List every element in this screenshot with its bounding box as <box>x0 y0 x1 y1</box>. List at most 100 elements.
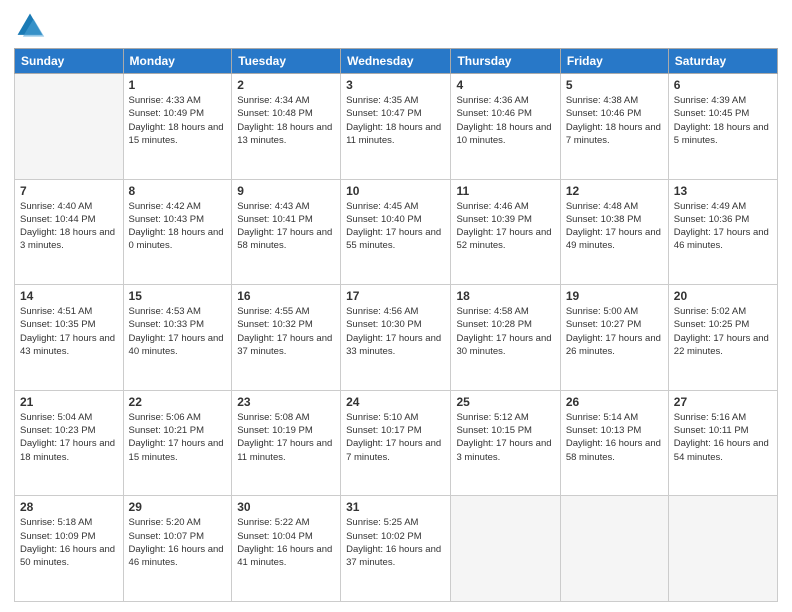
logo-icon <box>14 10 46 42</box>
day-detail: Sunrise: 4:40 AMSunset: 10:44 PMDaylight… <box>20 200 118 253</box>
day-number: 29 <box>129 500 227 514</box>
day-cell: 19 Sunrise: 5:00 AMSunset: 10:27 PMDaylig… <box>560 285 668 391</box>
day-cell: 18 Sunrise: 4:58 AMSunset: 10:28 PMDaylig… <box>451 285 560 391</box>
day-number: 9 <box>237 184 335 198</box>
day-cell: 10Sunrise: 4:45 AMSunset: 10:40 PMDaylig… <box>341 179 451 285</box>
day-cell: 30 Sunrise: 5:22 AMSunset: 10:04 PMDaylig… <box>232 496 341 602</box>
day-number: 18 <box>456 289 554 303</box>
day-cell: 11 Sunrise: 4:46 AMSunset: 10:39 PMDaylig… <box>451 179 560 285</box>
day-cell: 13 Sunrise: 4:49 AMSunset: 10:36 PMDaylig… <box>668 179 777 285</box>
day-cell: 31Sunrise: 5:25 AMSunset: 10:02 PMDaylig… <box>341 496 451 602</box>
day-number: 1 <box>129 78 227 92</box>
day-number: 21 <box>20 395 118 409</box>
day-cell: 25 Sunrise: 5:12 AMSunset: 10:15 PMDaylig… <box>451 390 560 496</box>
day-detail: Sunrise: 5:00 AMSunset: 10:27 PMDaylight… <box>566 305 663 358</box>
day-number: 27 <box>674 395 772 409</box>
day-cell: 9 Sunrise: 4:43 AMSunset: 10:41 PMDayligh… <box>232 179 341 285</box>
day-cell <box>451 496 560 602</box>
day-detail: Sunrise: 4:34 AMSunset: 10:48 PMDaylight… <box>237 94 335 147</box>
day-number: 17 <box>346 289 445 303</box>
day-cell: 17 Sunrise: 4:56 AMSunset: 10:30 PMDaylig… <box>341 285 451 391</box>
day-number: 4 <box>456 78 554 92</box>
day-cell: 7 Sunrise: 4:40 AMSunset: 10:44 PMDayligh… <box>15 179 124 285</box>
day-number: 5 <box>566 78 663 92</box>
day-number: 8 <box>129 184 227 198</box>
day-number: 11 <box>456 184 554 198</box>
day-cell: 24Sunrise: 5:10 AMSunset: 10:17 PMDaylig… <box>341 390 451 496</box>
day-cell: 20Sunrise: 5:02 AMSunset: 10:25 PMDaylig… <box>668 285 777 391</box>
weekday-header-row: SundayMondayTuesdayWednesdayThursdayFrid… <box>15 49 778 74</box>
week-row-1: 1 Sunrise: 4:33 AMSunset: 10:49 PMDayligh… <box>15 74 778 180</box>
day-cell: 21 Sunrise: 5:04 AMSunset: 10:23 PMDaylig… <box>15 390 124 496</box>
day-detail: Sunrise: 5:06 AMSunset: 10:21 PMDaylight… <box>129 411 227 464</box>
day-cell: 29 Sunrise: 5:20 AMSunset: 10:07 PMDaylig… <box>123 496 232 602</box>
day-cell: 23 Sunrise: 5:08 AMSunset: 10:19 PMDaylig… <box>232 390 341 496</box>
day-detail: Sunrise: 4:42 AMSunset: 10:43 PMDaylight… <box>129 200 227 253</box>
day-cell <box>560 496 668 602</box>
day-detail: Sunrise: 5:04 AMSunset: 10:23 PMDaylight… <box>20 411 118 464</box>
day-cell: 27 Sunrise: 5:16 AMSunset: 10:11 PMDaylig… <box>668 390 777 496</box>
day-number: 22 <box>129 395 227 409</box>
calendar-page: SundayMondayTuesdayWednesdayThursdayFrid… <box>0 0 792 612</box>
day-detail: Sunrise: 4:45 AMSunset: 10:40 PMDaylight… <box>346 200 445 253</box>
weekday-friday: Friday <box>560 49 668 74</box>
day-number: 15 <box>129 289 227 303</box>
day-detail: Sunrise: 4:56 AMSunset: 10:30 PMDaylight… <box>346 305 445 358</box>
day-number: 2 <box>237 78 335 92</box>
day-number: 28 <box>20 500 118 514</box>
week-row-2: 7 Sunrise: 4:40 AMSunset: 10:44 PMDayligh… <box>15 179 778 285</box>
day-detail: Sunrise: 5:18 AMSunset: 10:09 PMDaylight… <box>20 516 118 569</box>
calendar-body: 1 Sunrise: 4:33 AMSunset: 10:49 PMDayligh… <box>15 74 778 602</box>
day-cell: 1 Sunrise: 4:33 AMSunset: 10:49 PMDayligh… <box>123 74 232 180</box>
day-detail: Sunrise: 4:33 AMSunset: 10:49 PMDaylight… <box>129 94 227 147</box>
weekday-thursday: Thursday <box>451 49 560 74</box>
day-cell: 22 Sunrise: 5:06 AMSunset: 10:21 PMDaylig… <box>123 390 232 496</box>
day-cell <box>15 74 124 180</box>
day-detail: Sunrise: 5:02 AMSunset: 10:25 PMDaylight… <box>674 305 772 358</box>
header <box>14 10 778 42</box>
week-row-4: 21 Sunrise: 5:04 AMSunset: 10:23 PMDaylig… <box>15 390 778 496</box>
day-number: 7 <box>20 184 118 198</box>
day-number: 3 <box>346 78 445 92</box>
calendar-table: SundayMondayTuesdayWednesdayThursdayFrid… <box>14 48 778 602</box>
day-cell: 8 Sunrise: 4:42 AMSunset: 10:43 PMDayligh… <box>123 179 232 285</box>
day-detail: Sunrise: 5:20 AMSunset: 10:07 PMDaylight… <box>129 516 227 569</box>
day-detail: Sunrise: 4:49 AMSunset: 10:36 PMDaylight… <box>674 200 772 253</box>
day-cell: 16Sunrise: 4:55 AMSunset: 10:32 PMDaylig… <box>232 285 341 391</box>
day-cell: 28 Sunrise: 5:18 AMSunset: 10:09 PMDaylig… <box>15 496 124 602</box>
day-cell: 14Sunrise: 4:51 AMSunset: 10:35 PMDaylig… <box>15 285 124 391</box>
day-number: 19 <box>566 289 663 303</box>
day-cell: 2 Sunrise: 4:34 AMSunset: 10:48 PMDayligh… <box>232 74 341 180</box>
day-detail: Sunrise: 5:22 AMSunset: 10:04 PMDaylight… <box>237 516 335 569</box>
day-detail: Sunrise: 4:36 AMSunset: 10:46 PMDaylight… <box>456 94 554 147</box>
day-number: 14 <box>20 289 118 303</box>
day-detail: Sunrise: 4:58 AMSunset: 10:28 PMDaylight… <box>456 305 554 358</box>
weekday-sunday: Sunday <box>15 49 124 74</box>
day-number: 31 <box>346 500 445 514</box>
day-cell: 12 Sunrise: 4:48 AMSunset: 10:38 PMDaylig… <box>560 179 668 285</box>
day-cell: 4 Sunrise: 4:36 AMSunset: 10:46 PMDayligh… <box>451 74 560 180</box>
day-detail: Sunrise: 4:38 AMSunset: 10:46 PMDaylight… <box>566 94 663 147</box>
day-detail: Sunrise: 4:46 AMSunset: 10:39 PMDaylight… <box>456 200 554 253</box>
day-number: 13 <box>674 184 772 198</box>
day-detail: Sunrise: 5:14 AMSunset: 10:13 PMDaylight… <box>566 411 663 464</box>
day-detail: Sunrise: 5:08 AMSunset: 10:19 PMDaylight… <box>237 411 335 464</box>
day-detail: Sunrise: 4:48 AMSunset: 10:38 PMDaylight… <box>566 200 663 253</box>
day-detail: Sunrise: 5:16 AMSunset: 10:11 PMDaylight… <box>674 411 772 464</box>
day-cell: 26Sunrise: 5:14 AMSunset: 10:13 PMDaylig… <box>560 390 668 496</box>
day-detail: Sunrise: 4:55 AMSunset: 10:32 PMDaylight… <box>237 305 335 358</box>
day-number: 6 <box>674 78 772 92</box>
day-number: 30 <box>237 500 335 514</box>
day-cell <box>668 496 777 602</box>
day-cell: 15Sunrise: 4:53 AMSunset: 10:33 PMDaylig… <box>123 285 232 391</box>
day-number: 12 <box>566 184 663 198</box>
day-detail: Sunrise: 5:12 AMSunset: 10:15 PMDaylight… <box>456 411 554 464</box>
day-number: 23 <box>237 395 335 409</box>
week-row-3: 14Sunrise: 4:51 AMSunset: 10:35 PMDaylig… <box>15 285 778 391</box>
day-detail: Sunrise: 4:43 AMSunset: 10:41 PMDaylight… <box>237 200 335 253</box>
day-detail: Sunrise: 5:10 AMSunset: 10:17 PMDaylight… <box>346 411 445 464</box>
day-detail: Sunrise: 4:39 AMSunset: 10:45 PMDaylight… <box>674 94 772 147</box>
day-number: 25 <box>456 395 554 409</box>
day-detail: Sunrise: 4:35 AMSunset: 10:47 PMDaylight… <box>346 94 445 147</box>
weekday-monday: Monday <box>123 49 232 74</box>
